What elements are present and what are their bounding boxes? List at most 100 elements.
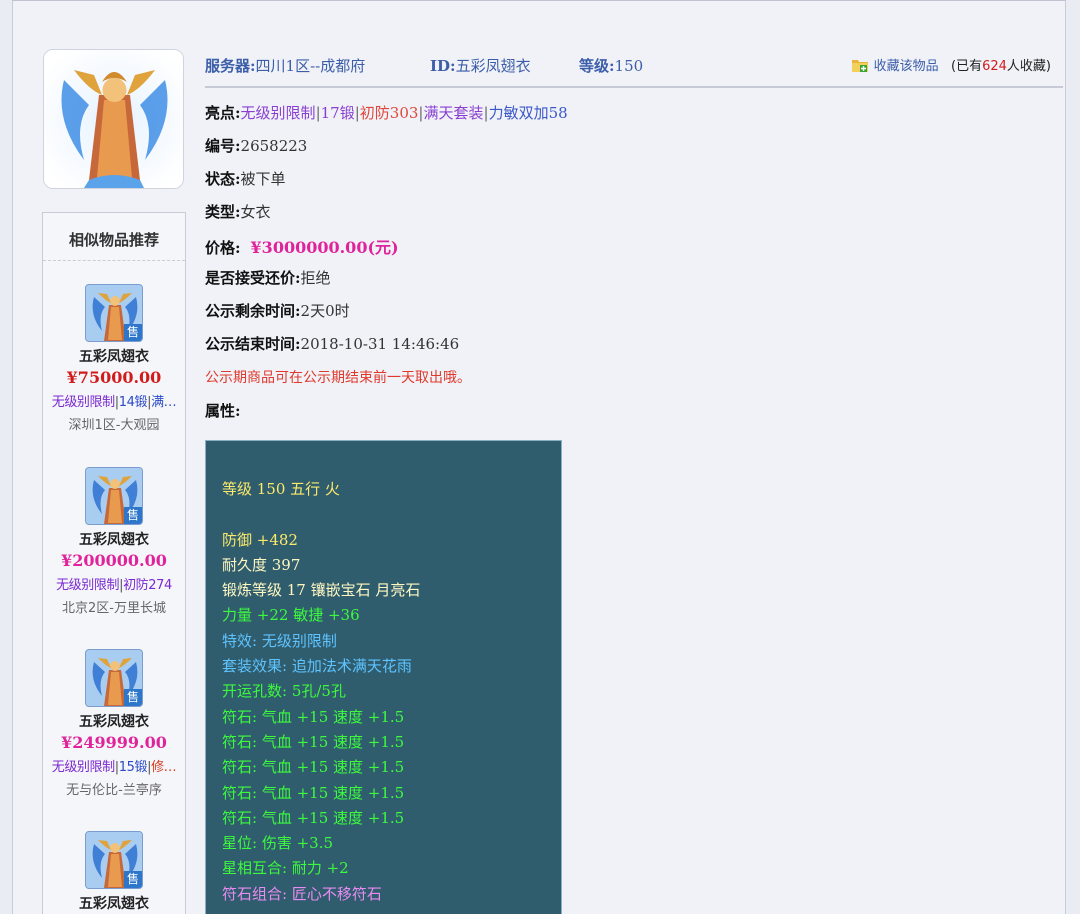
attribute-line: 符石: 气血 +15 速度 +1.5 bbox=[222, 732, 405, 751]
attributes-panel: 等级 150 五行 火防御 +482 耐久度 397 锻炼等级 17 镶嵌宝石 月亮… bbox=[205, 440, 562, 914]
similar-item-tags: 无级别限制|15锻|修… bbox=[43, 756, 185, 775]
phoenix-robe-icon[interactable]: 售 bbox=[85, 284, 143, 342]
phoenix-robe-icon[interactable]: 售 bbox=[85, 649, 143, 707]
attribute-line: 力量 +22 敏捷 +36 bbox=[222, 606, 360, 625]
phoenix-robe-icon[interactable]: 售 bbox=[85, 467, 143, 525]
bargain-row: 是否接受还价:拒绝 bbox=[205, 267, 331, 288]
remaining-row: 公示剩余时间:2天0时 bbox=[205, 300, 350, 321]
serial-row: 编号:2658223 bbox=[205, 135, 307, 156]
highlight-tag: 力敏双加58 bbox=[488, 104, 568, 122]
attribute-line: 锻炼等级 17 镶嵌宝石 月亮石 bbox=[222, 581, 421, 600]
similar-item-price: ¥249999.00 bbox=[61, 733, 167, 752]
sale-badge: 售 bbox=[124, 689, 142, 706]
highlight-tag: 17锻 bbox=[320, 104, 355, 122]
status-row: 状态:被下单 bbox=[205, 168, 286, 189]
similar-item[interactable]: 售五彩凤翅衣 ¥75000.00 无级别限制|14锻|满… 深圳1区-大观园 bbox=[43, 284, 185, 433]
remaining-label: 公示剩余时间: bbox=[205, 302, 301, 320]
status-value: 被下单 bbox=[240, 170, 286, 188]
price-label: 价格: bbox=[205, 239, 241, 257]
attribute-line: 开运孔数: 5孔/5孔 bbox=[222, 682, 346, 701]
attribute-line: 星位: 伤害 +3.5 bbox=[222, 834, 334, 853]
similar-item-tag: 修… bbox=[151, 760, 177, 775]
sale-badge: 售 bbox=[124, 871, 142, 888]
similar-item[interactable]: 售五彩凤翅衣 ¥249999.00 无级别限制|15锻|修… 无与伦比-兰亭序 bbox=[43, 649, 185, 798]
phoenix-robe-icon[interactable]: 售 bbox=[85, 831, 143, 889]
similar-item-server: 北京2区-万里长城 bbox=[62, 601, 166, 616]
price-value: ¥3000000.00(元) bbox=[250, 238, 399, 257]
similar-item-price: ¥75000.00 bbox=[66, 368, 162, 387]
similar-item-tag: 14锻 bbox=[118, 395, 148, 410]
item-header: 服务器:四川1区--成都府 ID:五彩凤翅衣 等级:150 收藏该物品 (已有6… bbox=[205, 54, 1063, 88]
attribute-line: 套装效果: 追加法术满天花雨 bbox=[222, 657, 412, 676]
highlight-tag: 无级别限制 bbox=[240, 104, 316, 122]
type-value: 女衣 bbox=[240, 203, 271, 221]
attribute-line: 等级 150 五行 火 bbox=[222, 480, 340, 498]
id-value: 五彩凤翅衣 bbox=[455, 57, 531, 75]
attribute-line: 耐久度 397 bbox=[222, 555, 301, 574]
attribute-line: 符石: 气血 +15 速度 +1.5 bbox=[222, 783, 405, 802]
similar-items-title: 相似物品推荐 bbox=[43, 213, 185, 261]
similar-item-server: 无与伦比-兰亭序 bbox=[66, 783, 162, 798]
serial-label: 编号: bbox=[205, 137, 241, 155]
id-label: ID: bbox=[430, 57, 456, 75]
similar-item-tag: 满… bbox=[151, 395, 177, 410]
folder-add-icon[interactable] bbox=[851, 58, 868, 72]
similar-item-name[interactable]: 五彩凤翅衣 bbox=[43, 711, 185, 731]
id-info: ID:五彩凤翅衣 bbox=[430, 55, 531, 76]
sale-badge: 售 bbox=[124, 507, 142, 524]
notice-text: 公示期商品可在公示期结束前一天取出哦。 bbox=[205, 370, 471, 386]
top-border bbox=[12, 0, 1066, 1]
end-time-label: 公示结束时间: bbox=[205, 335, 301, 353]
favorite-suffix: 人收藏) bbox=[1006, 59, 1051, 74]
attribute-line: 符石: 气血 +15 速度 +1.5 bbox=[222, 758, 405, 777]
similar-item-name[interactable]: 五彩凤翅衣 bbox=[43, 529, 185, 549]
similar-item-name[interactable]: 五彩凤翅衣 bbox=[43, 893, 185, 913]
end-time-value: 2018-10-31 14:46:46 bbox=[300, 335, 460, 353]
highlight-tag: 初防303 bbox=[359, 104, 419, 122]
remaining-value: 2天0时 bbox=[300, 302, 350, 320]
favorite-area: 收藏该物品 (已有624人收藏) bbox=[851, 55, 1051, 74]
attributes-label: 属性: bbox=[205, 402, 241, 420]
type-row: 类型:女衣 bbox=[205, 201, 271, 222]
bargain-label: 是否接受还价: bbox=[205, 269, 301, 287]
end-time-row: 公示结束时间:2018-10-31 14:46:46 bbox=[205, 333, 459, 354]
similar-item[interactable]: 售五彩凤翅衣 ¥200000.00 无级别限制|初防274 北京2区-万里长城 bbox=[43, 467, 185, 616]
phoenix-robe-icon bbox=[44, 50, 183, 188]
attribute-line: 特效: 无级别限制 bbox=[222, 631, 337, 650]
similar-item-tag: 15锻 bbox=[118, 760, 148, 775]
server-value: 四川1区--成都府 bbox=[255, 57, 366, 75]
similar-item-price: ¥200000.00 bbox=[61, 551, 167, 570]
similar-item-tag: 无级别限制 bbox=[51, 395, 115, 410]
attribute-line: 星相互合: 耐力 +2 bbox=[222, 859, 349, 878]
server-label: 服务器: bbox=[205, 57, 256, 75]
bargain-value: 拒绝 bbox=[300, 269, 331, 287]
similar-item-server: 深圳1区-大观园 bbox=[68, 418, 160, 433]
similar-item-tag: 无级别限制 bbox=[56, 578, 120, 593]
attribute-line: 符石组合: 匠心不移符石 bbox=[222, 884, 382, 903]
highlights-value: 无级别限制|17锻|初防303|满天套装|力敏双加58 bbox=[241, 104, 568, 122]
level-value: 150 bbox=[614, 57, 644, 75]
attribute-spacer bbox=[222, 502, 561, 527]
serial-value: 2658223 bbox=[240, 137, 308, 155]
attributes-row: 属性: bbox=[205, 400, 241, 421]
server-info: 服务器:四川1区--成都府 bbox=[205, 55, 365, 76]
level-label: 等级: bbox=[579, 57, 615, 75]
similar-item-tag: 无级别限制 bbox=[51, 760, 115, 775]
similar-item-name[interactable]: 五彩凤翅衣 bbox=[43, 346, 185, 366]
favorite-prefix: (已有 bbox=[951, 59, 983, 74]
favorite-link[interactable]: 收藏该物品 bbox=[874, 59, 939, 74]
highlight-tag: 满天套装 bbox=[423, 104, 484, 122]
attribute-line: 符石: 气血 +15 速度 +1.5 bbox=[222, 808, 405, 827]
status-label: 状态: bbox=[205, 170, 241, 188]
similar-item-tag: 初防274 bbox=[123, 578, 172, 593]
similar-item-tags: 无级别限制|14锻|满… bbox=[43, 391, 185, 410]
highlights-row: 亮点:无级别限制|17锻|初防303|满天套装|力敏双加58 bbox=[205, 102, 568, 123]
similar-item[interactable]: 售五彩凤翅衣 bbox=[43, 831, 185, 913]
type-label: 类型: bbox=[205, 203, 241, 221]
similar-item-tags: 无级别限制|初防274 bbox=[43, 574, 185, 593]
item-portrait bbox=[43, 49, 184, 189]
favorite-count: 624 bbox=[982, 59, 1007, 74]
price-row: 价格: ¥3000000.00(元) bbox=[205, 234, 399, 258]
sale-badge: 售 bbox=[124, 324, 142, 341]
level-info: 等级:150 bbox=[579, 55, 643, 76]
